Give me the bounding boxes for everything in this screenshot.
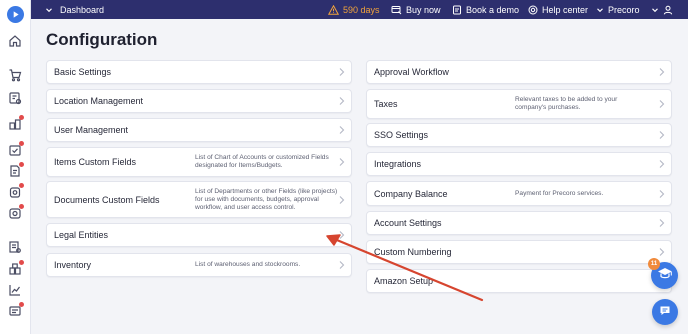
card-description: Payment for Precoro services.: [515, 189, 604, 197]
card-label: Taxes: [374, 99, 398, 109]
location-management-card[interactable]: Location Management: [46, 89, 352, 113]
chevron-down-icon: [596, 6, 604, 14]
chevron-right-icon: [659, 189, 665, 198]
card-label: Approval Workflow: [374, 67, 449, 77]
page-title: Configuration: [46, 30, 158, 49]
trial-days-indicator[interactable]: 590 days: [328, 0, 380, 19]
company-label: Precoro: [608, 4, 640, 15]
chevron-right-icon: [659, 68, 665, 77]
account-settings-card[interactable]: Account Settings: [366, 211, 672, 235]
help-center-label: Help center: [542, 4, 589, 15]
chevron-down-icon: [651, 6, 659, 14]
buy-now-label: Buy now: [406, 4, 441, 15]
chat-button[interactable]: [652, 299, 678, 325]
chevron-right-icon: [659, 100, 665, 109]
chevron-right-icon: [339, 195, 345, 204]
card-label: Account Settings: [374, 218, 442, 228]
items-custom-fields-card[interactable]: Items Custom Fields List of Chart of Acc…: [46, 147, 352, 177]
chevron-right-icon: [339, 68, 345, 77]
basic-settings-card[interactable]: Basic Settings: [46, 60, 352, 84]
card-description: List of warehouses and stockrooms.: [195, 261, 301, 268]
chevron-right-icon: [659, 248, 665, 257]
suppliers-icon[interactable]: [8, 115, 24, 131]
chevron-right-icon: [339, 126, 345, 135]
card-label: Legal Entities: [54, 230, 109, 240]
chevron-down-icon: [45, 6, 53, 14]
chevron-right-icon: [339, 97, 345, 106]
card-label: Basic Settings: [54, 67, 112, 77]
card-label: SSO Settings: [374, 130, 429, 140]
orders-icon[interactable]: [8, 141, 24, 157]
legal-entities-card[interactable]: Legal Entities: [46, 223, 352, 247]
credit-card-icon: [391, 5, 402, 15]
user-management-card[interactable]: User Management: [46, 118, 352, 142]
reports-icon[interactable]: [8, 302, 24, 318]
card-label: Items Custom Fields: [54, 157, 137, 167]
chevron-right-icon: [659, 219, 665, 228]
procurement-cart-icon[interactable]: [8, 68, 22, 82]
card-label: Company Balance: [374, 188, 448, 199]
documents-custom-fields-card[interactable]: Documents Custom Fields List of Departme…: [46, 181, 352, 218]
dashboard-dropdown[interactable]: Dashboard: [45, 0, 104, 19]
card-label: Inventory: [54, 260, 92, 270]
approval-workflow-card[interactable]: Approval Workflow: [366, 60, 672, 84]
card-label: Documents Custom Fields: [54, 194, 160, 205]
user-icon: [663, 5, 673, 15]
user-menu[interactable]: [651, 0, 673, 19]
inventory-icon[interactable]: [8, 260, 24, 276]
book-demo-label: Book a demo: [466, 4, 520, 15]
company-balance-card[interactable]: Company Balance Payment for Precoro serv…: [366, 181, 672, 206]
card-label: User Management: [54, 125, 129, 135]
taxes-card[interactable]: Taxes Relevant taxes to be added to your…: [366, 89, 672, 119]
precoro-logo[interactable]: [7, 6, 24, 23]
receipts-icon[interactable]: [8, 183, 24, 199]
amazon-setup-card[interactable]: Amazon Setup: [366, 269, 672, 293]
card-label: Integrations: [374, 159, 422, 169]
calendar-icon: [452, 5, 462, 15]
chevron-right-icon: [339, 261, 345, 270]
dashboard-label: Dashboard: [60, 4, 105, 15]
card-description: List of Chart of Accounts or customized …: [195, 154, 329, 169]
card-label: Location Management: [54, 96, 144, 106]
analytics-icon[interactable]: [8, 283, 22, 297]
buy-now-button[interactable]: Buy now: [391, 0, 441, 19]
graduation-cap-icon: [657, 267, 673, 285]
chat-bubble-icon: [659, 303, 671, 321]
card-description: List of Departments or other Fields (lik…: [195, 187, 338, 211]
book-demo-button[interactable]: Book a demo: [452, 0, 519, 19]
chevron-right-icon: [659, 131, 665, 140]
sidebar: [0, 0, 31, 334]
catalog-icon[interactable]: [8, 240, 22, 254]
chevron-right-icon: [339, 231, 345, 240]
inventory-card[interactable]: Inventory List of warehouses and stockro…: [46, 253, 352, 277]
card-label: Custom Numbering: [374, 247, 452, 257]
invoices-icon[interactable]: [8, 162, 24, 178]
card-description: Relevant taxes to be added to your compa…: [515, 96, 618, 111]
company-dropdown[interactable]: Precoro: [596, 0, 640, 19]
chevron-right-icon: [339, 158, 345, 167]
warning-icon: [328, 4, 339, 15]
notification-count-badge: 11: [648, 258, 660, 270]
custom-numbering-card[interactable]: Custom Numbering: [366, 240, 672, 264]
help-center-button[interactable]: Help center: [528, 0, 588, 19]
trial-days-text: 590 days: [343, 4, 380, 15]
home-icon[interactable]: [8, 34, 22, 48]
integrations-card[interactable]: Integrations: [366, 152, 672, 176]
top-bar: Dashboard 590 days Buy now Book a demo H…: [31, 0, 688, 19]
card-label: Amazon Setup: [374, 276, 434, 286]
sso-settings-card[interactable]: SSO Settings: [366, 123, 672, 147]
chevron-right-icon: [659, 160, 665, 169]
lifebuoy-icon: [528, 5, 538, 15]
requests-icon[interactable]: [8, 91, 22, 105]
payments-icon[interactable]: [8, 204, 24, 220]
